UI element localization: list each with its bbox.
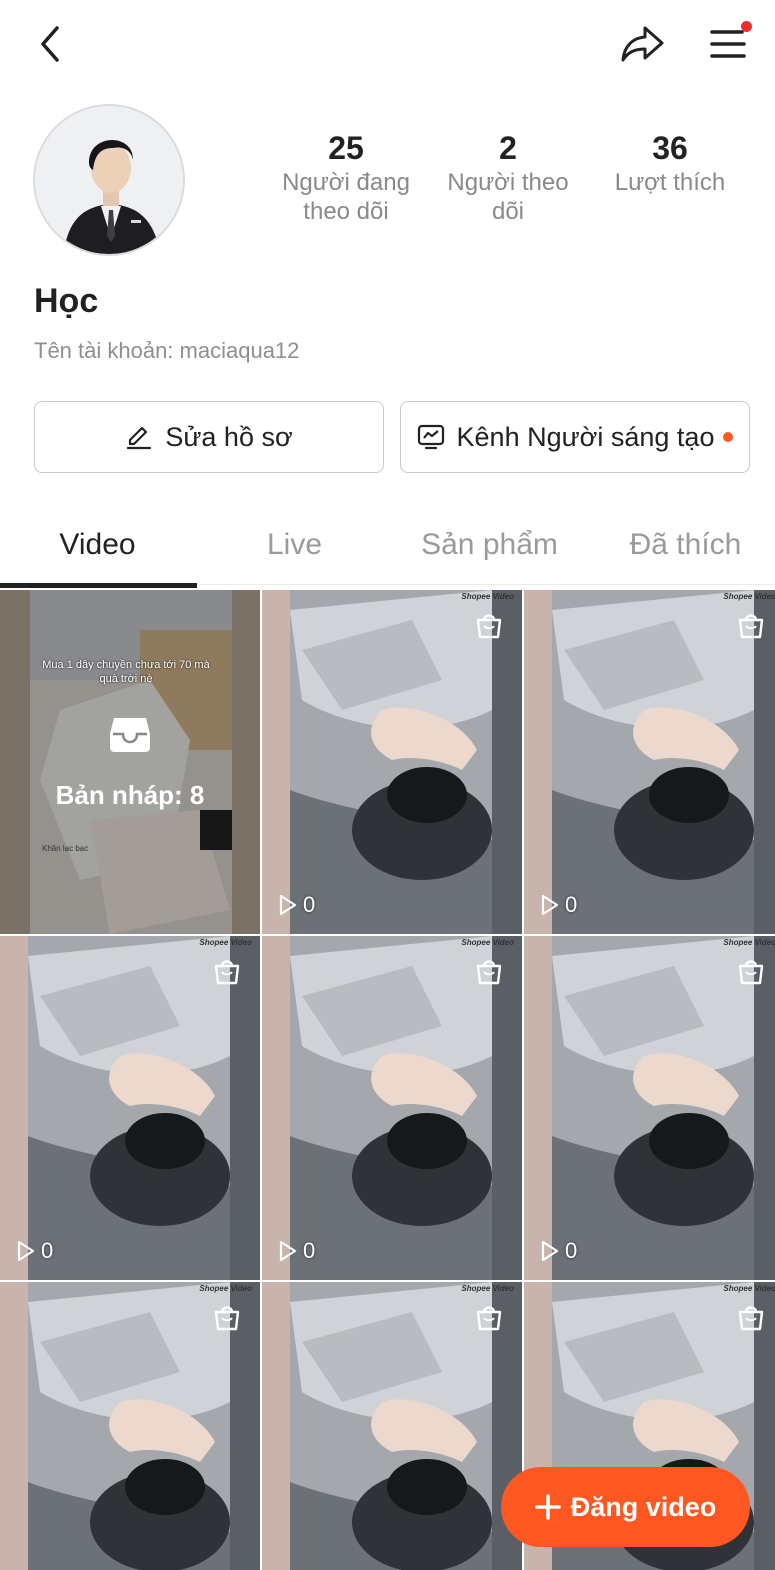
video-grid: Mua 1 dây chuyền chưa tới 70 mà quà trời… (0, 590, 775, 1570)
hamburger-menu-icon (710, 30, 746, 58)
video-cell[interactable]: Shopee Video 0 (524, 936, 775, 1280)
creator-channel-label: Kênh Người sáng tạo (456, 421, 715, 452)
brand-watermark: Shopee Video (461, 1284, 514, 1293)
view-count: 0 (540, 1238, 577, 1264)
tab-liked[interactable]: Đã thích (588, 505, 775, 585)
view-count-value: 0 (41, 1238, 54, 1263)
profile-tabs: Video Live Sản phẩm Đã thích (0, 505, 775, 588)
notification-dot (723, 432, 734, 442)
shopping-bag-icon (214, 960, 240, 985)
avatar-image (35, 106, 183, 254)
draft-overlay (0, 590, 260, 934)
video-thumbnail (524, 936, 775, 1280)
play-icon (279, 894, 297, 916)
chevron-left-icon (41, 26, 59, 62)
video-thumbnail (262, 936, 522, 1280)
analytics-icon (417, 424, 444, 450)
view-count-value: 0 (303, 1238, 316, 1263)
video-thumbnail (524, 590, 775, 934)
video-cell[interactable]: Shopee Video 0 (524, 590, 775, 934)
draft-caption-2: Khăn lạc bạc (42, 844, 89, 853)
stat-label: Người theo (447, 169, 569, 196)
video-cell[interactable]: Shopee Video (0, 1282, 260, 1570)
edit-profile-button[interactable]: Sửa hồ sơ (34, 401, 384, 473)
pencil-icon (127, 426, 152, 450)
notification-dot (741, 21, 752, 32)
shopping-bag-icon (476, 614, 502, 639)
play-icon (279, 1240, 297, 1262)
profile-name: Học (34, 282, 99, 320)
brand-watermark: Shopee Video (199, 938, 252, 947)
play-icon (541, 894, 559, 916)
shopping-bag-icon (738, 960, 764, 985)
view-count-value: 0 (303, 892, 316, 917)
video-thumbnail (0, 936, 260, 1280)
brand-watermark: Shopee Video (461, 938, 514, 947)
stat-following[interactable]: 25 Người đang theo dõi (268, 128, 424, 226)
brand-watermark: Shopee Video (723, 938, 775, 947)
tab-live[interactable]: Live (197, 505, 392, 585)
view-count: 0 (278, 1238, 315, 1264)
top-bar (0, 0, 775, 90)
stat-value: 25 (328, 130, 364, 166)
share-icon (621, 26, 664, 62)
draft-label: Bản nháp: 8 (55, 780, 205, 810)
avatar[interactable] (33, 104, 185, 256)
brand-watermark: Shopee Video (723, 1284, 775, 1293)
brand-watermark: Shopee Video (461, 592, 514, 601)
view-count: 0 (16, 1238, 53, 1264)
stat-likes[interactable]: 36 Lượt thích (600, 128, 740, 197)
play-icon (541, 1240, 559, 1262)
plus-icon (534, 1494, 561, 1520)
creator-channel-button[interactable]: Kênh Người sáng tạo (400, 401, 750, 473)
view-count: 0 (278, 892, 315, 918)
brand-watermark: Shopee Video (723, 592, 775, 601)
tab-video[interactable]: Video (0, 505, 195, 585)
video-cell[interactable]: Shopee Video 0 (0, 936, 260, 1280)
upload-video-label: Đăng video (570, 1491, 717, 1522)
view-count: 0 (540, 892, 577, 918)
edit-profile-label: Sửa hồ sơ (165, 421, 293, 452)
shopping-bag-icon (214, 1306, 240, 1331)
shopping-bag-icon (476, 960, 502, 985)
profile-username: Tên tài khoản: maciaqua12 (34, 338, 300, 363)
view-count-value: 0 (565, 1238, 578, 1263)
play-icon (17, 1240, 35, 1262)
shopping-bag-icon (476, 1306, 502, 1331)
shopping-bag-icon (738, 614, 764, 639)
stat-value: 2 (499, 130, 517, 166)
tab-products[interactable]: Sản phẩm (392, 505, 587, 585)
draft-cell[interactable]: Mua 1 dây chuyền chưa tới 70 mà quà trời… (0, 590, 260, 934)
stat-followers[interactable]: 2 Người theo dõi (430, 128, 586, 226)
video-thumbnail (262, 590, 522, 934)
video-cell[interactable]: Shopee Video (262, 1282, 522, 1570)
stat-value: 36 (652, 130, 688, 166)
draft-caption: Mua 1 dây chuyền chưa tới 70 mà quà trời… (42, 659, 210, 685)
back-button[interactable] (22, 18, 78, 70)
video-cell[interactable]: Shopee Video 0 (262, 936, 522, 1280)
menu-button[interactable] (700, 16, 756, 72)
brand-watermark: Shopee Video (199, 1284, 252, 1293)
stat-label: Lượt thích (614, 169, 726, 196)
view-count-value: 0 (565, 892, 578, 917)
video-cell[interactable]: Shopee Video 0 (262, 590, 522, 934)
share-button[interactable] (612, 16, 672, 72)
tab-indicator (0, 583, 197, 588)
inbox-icon (110, 718, 150, 752)
stat-label: theo dõi (303, 198, 389, 225)
upload-video-button[interactable]: Đăng video (501, 1467, 750, 1547)
shopping-bag-icon (738, 1306, 764, 1331)
stat-label: dõi (491, 198, 525, 225)
stat-label: Người đang (282, 169, 410, 196)
